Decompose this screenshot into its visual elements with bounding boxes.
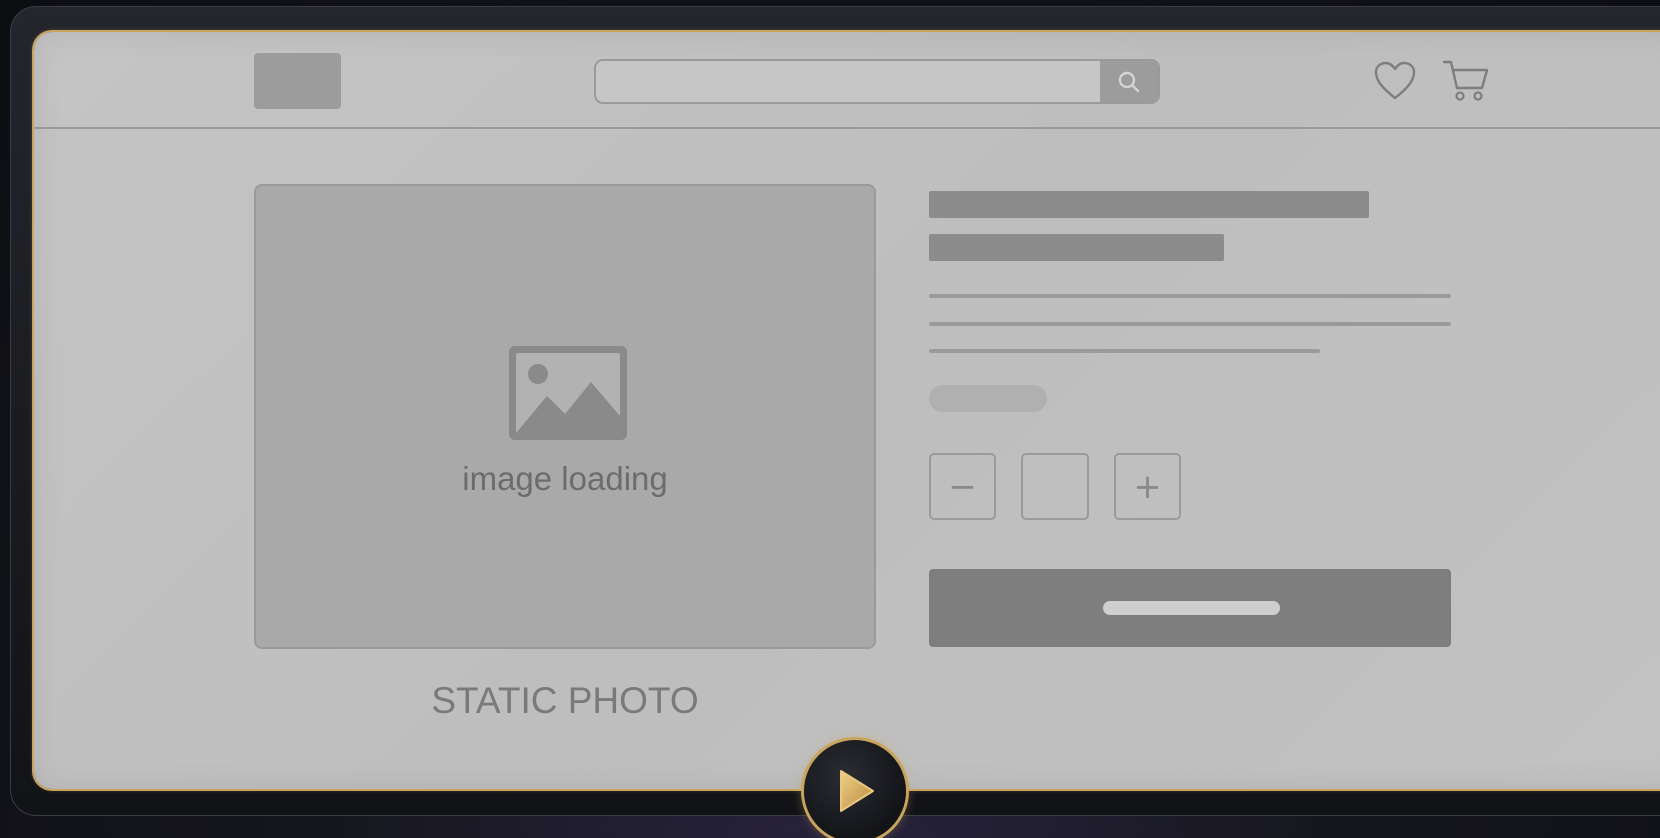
play-icon xyxy=(840,770,874,812)
image-loading-label: image loading xyxy=(462,460,668,497)
logo-placeholder[interactable] xyxy=(254,53,341,109)
image-caption: STATIC PHOTO xyxy=(431,680,699,721)
search-button[interactable] xyxy=(1100,61,1158,102)
button-label-placeholder xyxy=(1103,601,1280,615)
header xyxy=(34,32,1660,129)
play-button[interactable] xyxy=(804,740,906,838)
description-line xyxy=(929,349,1320,353)
quantity-decrement-button[interactable]: − xyxy=(929,453,996,520)
price-placeholder xyxy=(929,385,1047,412)
product-title-placeholder xyxy=(929,191,1369,218)
image-placeholder-icon xyxy=(509,346,627,440)
search-input[interactable] xyxy=(596,61,1102,102)
wireframe-screen: image loading STATIC PHOTO − + xyxy=(34,32,1660,789)
cart-icon[interactable] xyxy=(1442,58,1490,104)
search-bar xyxy=(594,59,1160,104)
description-line xyxy=(929,322,1451,326)
quantity-increment-button[interactable]: + xyxy=(1114,453,1181,520)
product-subtitle-placeholder xyxy=(929,234,1224,261)
add-to-cart-button[interactable] xyxy=(929,569,1451,647)
product-image: image loading xyxy=(254,184,876,649)
heart-icon[interactable] xyxy=(1373,60,1417,102)
search-icon xyxy=(1118,71,1140,92)
quantity-input[interactable] xyxy=(1021,453,1089,520)
description-line xyxy=(929,294,1451,298)
